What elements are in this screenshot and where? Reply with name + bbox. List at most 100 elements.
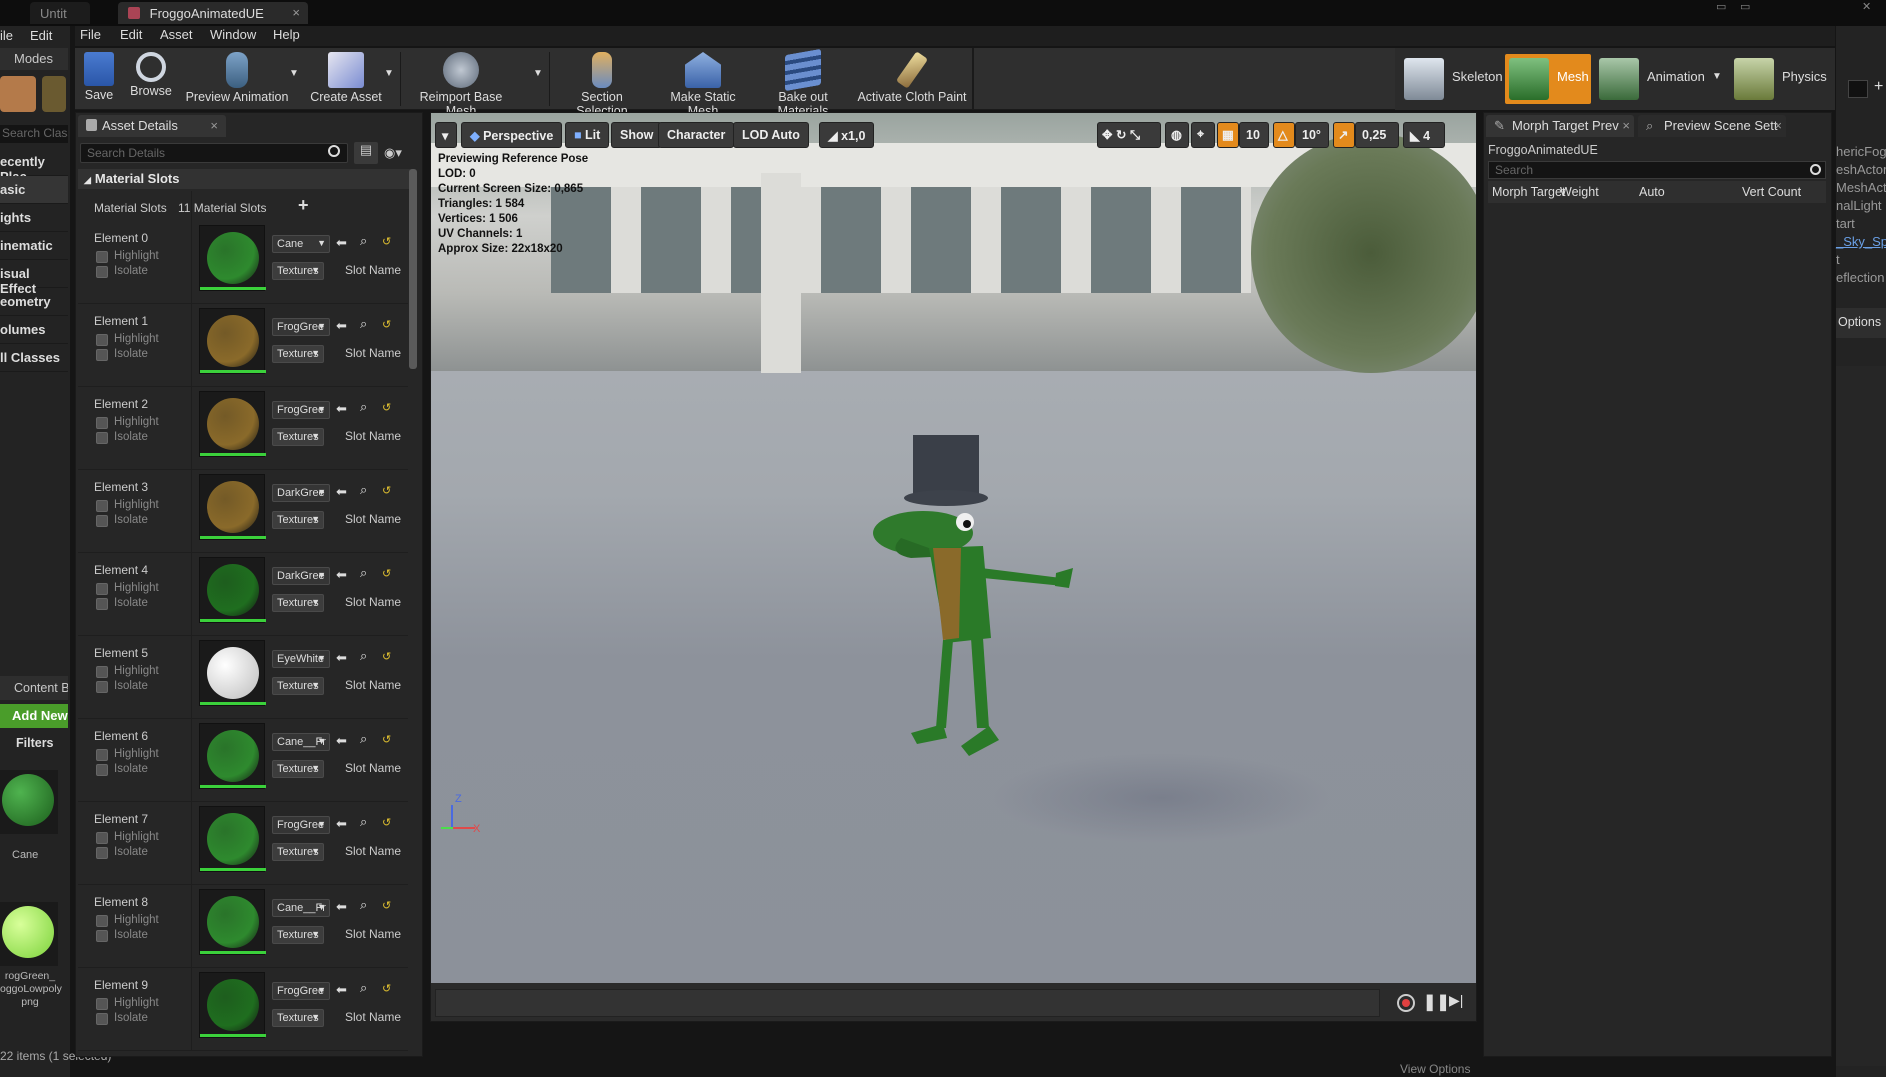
close-window-icon[interactable]: ✕ xyxy=(1862,0,1871,13)
isolate-checkbox[interactable] xyxy=(96,930,108,942)
category-cinematic[interactable]: inematic xyxy=(0,232,68,260)
use-selected-arrow-icon[interactable]: ⬅ xyxy=(336,401,347,417)
browse-asset-icon[interactable]: ⌕ xyxy=(360,565,367,581)
material-thumbnail[interactable] xyxy=(199,889,266,955)
textures-combo[interactable]: Textures ▼ xyxy=(272,1009,324,1027)
reimport-dropdown-icon[interactable]: ▼ xyxy=(533,68,543,79)
material-thumbnail[interactable] xyxy=(199,225,266,291)
material-slots-section-header[interactable]: ◢ Material Slots xyxy=(78,169,410,189)
reset-to-default-icon[interactable]: ↺ xyxy=(382,401,391,414)
save-button[interactable]: Save xyxy=(79,48,119,110)
section-selection-button[interactable]: Section Selection xyxy=(555,48,649,118)
camera-speed-button[interactable]: ◣ 4 xyxy=(1403,122,1445,148)
use-selected-arrow-icon[interactable]: ⬅ xyxy=(336,733,347,749)
create-asset-button[interactable]: Create Asset xyxy=(308,48,384,110)
col-morph-target[interactable]: Morph Target xyxy=(1492,185,1565,199)
rotation-snap-value[interactable]: 10° xyxy=(1295,122,1329,148)
isolate-checkbox[interactable] xyxy=(96,1013,108,1025)
menu-edit[interactable]: Edit xyxy=(120,27,142,42)
scale-snap-value[interactable]: 0,25 xyxy=(1355,122,1399,148)
outliner-item[interactable]: eshActor xyxy=(1836,162,1886,177)
preview-viewport[interactable]: ▾ ◆ Perspective ■ Lit Show Character LOD… xyxy=(430,112,1477,1022)
browse-asset-icon[interactable]: ⌕ xyxy=(360,731,367,747)
reimport-base-mesh-button[interactable]: Reimport Base Mesh xyxy=(405,48,517,118)
textures-combo[interactable]: Textures ▼ xyxy=(272,428,324,446)
isolate-checkbox[interactable] xyxy=(96,681,108,693)
use-selected-arrow-icon[interactable]: ⬅ xyxy=(336,484,347,500)
material-combo[interactable]: Cane ▼ xyxy=(272,235,330,253)
reset-to-default-icon[interactable]: ↺ xyxy=(382,318,391,331)
reset-to-default-icon[interactable]: ↺ xyxy=(382,982,391,995)
scrub-track[interactable] xyxy=(435,989,1380,1017)
scale-icon[interactable]: ⤡ xyxy=(1130,128,1140,142)
col-vert-count[interactable]: Vert Count xyxy=(1742,185,1801,199)
browse-asset-icon[interactable]: ⌕ xyxy=(360,399,367,415)
highlight-checkbox[interactable] xyxy=(96,583,108,595)
material-combo[interactable]: Cane__Fr ▼ xyxy=(272,899,330,917)
mesh-mode-button[interactable]: Mesh xyxy=(1505,54,1591,104)
paint-mode-icon[interactable] xyxy=(42,76,66,112)
category-geometry[interactable]: eometry xyxy=(0,288,68,316)
character-button[interactable]: Character xyxy=(658,122,735,148)
material-combo[interactable]: Cane__Fr ▼ xyxy=(272,733,330,751)
material-combo[interactable]: FrogGree ▼ xyxy=(272,401,330,419)
minimize-icon[interactable]: ▭ xyxy=(1716,0,1726,13)
animation-dropdown-icon[interactable]: ▼ xyxy=(1712,71,1722,82)
back-search-icon[interactable] xyxy=(1848,80,1868,98)
back-menu-edit[interactable]: Edit xyxy=(30,28,52,43)
material-thumbnail[interactable] xyxy=(199,557,266,623)
physics-mode-button[interactable]: Physics xyxy=(1730,54,1832,104)
menu-asset[interactable]: Asset xyxy=(160,27,193,42)
outliner-item[interactable]: _Sky_Sp xyxy=(1836,234,1886,249)
add-new-button[interactable]: Add New xyxy=(0,704,68,728)
preview-animation-dropdown-icon[interactable]: ▼ xyxy=(289,68,299,79)
outliner-item[interactable]: t xyxy=(1836,252,1840,267)
transform-tools[interactable]: ✥ ↻ ⤡ xyxy=(1097,122,1161,148)
browse-asset-icon[interactable]: ⌕ xyxy=(360,648,367,664)
step-forward-icon[interactable]: ▶| xyxy=(1449,992,1463,1009)
preview-animation-button[interactable]: Preview Animation xyxy=(183,48,291,110)
textures-combo[interactable]: Textures ▼ xyxy=(272,926,324,944)
create-asset-dropdown-icon[interactable]: ▼ xyxy=(384,68,394,79)
back-options-button[interactable]: Options xyxy=(1836,308,1886,338)
timeline-bar[interactable]: ❚❚ ▶| xyxy=(431,983,1476,1021)
pause-icon[interactable]: ❚❚ xyxy=(1423,992,1450,1012)
view-options-eye-icon[interactable]: ◉▾ xyxy=(384,145,402,161)
close-tab-icon[interactable]: × xyxy=(292,5,300,20)
modes-tab[interactable]: Modes xyxy=(0,48,68,70)
browse-asset-icon[interactable]: ⌕ xyxy=(360,980,367,996)
activate-cloth-paint-button[interactable]: Activate Cloth Paint xyxy=(855,48,969,110)
place-mode-icon[interactable] xyxy=(0,76,36,112)
morph-target-preview-tab[interactable]: ✎ Morph Target Prev × xyxy=(1486,115,1634,137)
browse-button[interactable]: Browse xyxy=(125,48,177,110)
material-combo[interactable]: FrogGree ▼ xyxy=(272,982,330,1000)
skeleton-mode-button[interactable]: Skeleton xyxy=(1400,54,1503,104)
textures-combo[interactable]: Textures ▼ xyxy=(272,760,324,778)
reset-to-default-icon[interactable]: ↺ xyxy=(382,235,391,248)
grid-snap-toggle[interactable]: ▦ xyxy=(1217,122,1239,148)
category-visual-effects[interactable]: isual Effect xyxy=(0,260,68,296)
isolate-checkbox[interactable] xyxy=(96,847,108,859)
highlight-checkbox[interactable] xyxy=(96,334,108,346)
animation-mode-button[interactable]: Animation ▼ xyxy=(1595,54,1722,104)
use-selected-arrow-icon[interactable]: ⬅ xyxy=(336,318,347,334)
asset-details-tab[interactable]: Asset Details × xyxy=(78,115,226,137)
textures-combo[interactable]: Textures ▼ xyxy=(272,677,324,695)
material-combo[interactable]: FrogGree ▼ xyxy=(272,318,330,336)
material-thumbnail[interactable] xyxy=(199,474,266,540)
preview-scene-settings-tab[interactable]: ⌕ Preview Scene Sett × xyxy=(1638,115,1786,137)
category-basic[interactable]: asic xyxy=(0,176,68,204)
isolate-checkbox[interactable] xyxy=(96,432,108,444)
reset-to-default-icon[interactable]: ↺ xyxy=(382,733,391,746)
reset-to-default-icon[interactable]: ↺ xyxy=(382,650,391,663)
textures-combo[interactable]: Textures ▼ xyxy=(272,594,324,612)
col-auto[interactable]: Auto xyxy=(1639,185,1665,199)
surface-snap-toggle[interactable]: ⌖ xyxy=(1191,122,1215,148)
outliner-item[interactable]: nalLight xyxy=(1836,198,1882,213)
use-selected-arrow-icon[interactable]: ⬅ xyxy=(336,650,347,666)
details-scrollbar[interactable] xyxy=(409,169,417,369)
reset-to-default-icon[interactable]: ↺ xyxy=(382,484,391,497)
highlight-checkbox[interactable] xyxy=(96,749,108,761)
isolate-checkbox[interactable] xyxy=(96,515,108,527)
close-details-tab-icon[interactable]: × xyxy=(210,118,218,133)
